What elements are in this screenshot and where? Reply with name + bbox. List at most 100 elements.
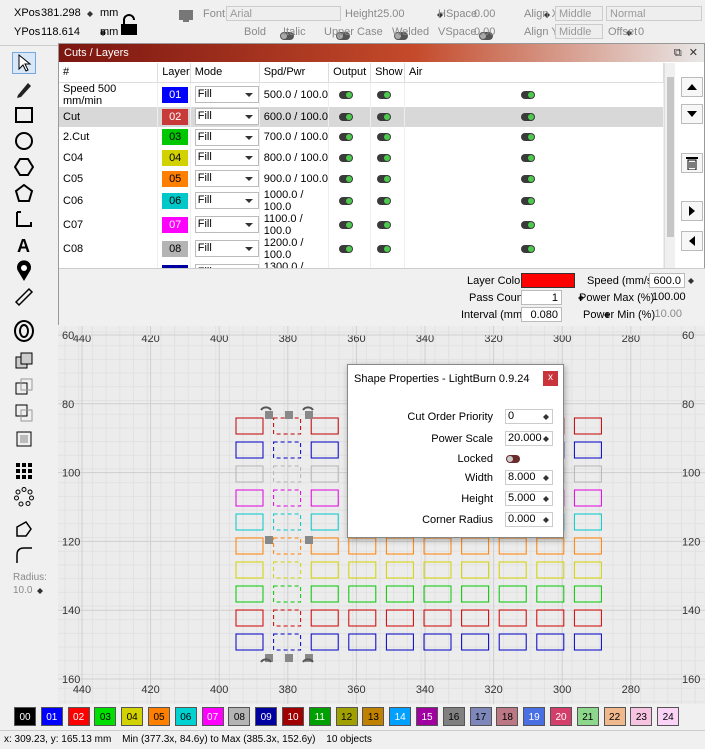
offset-shapes-tool[interactable] xyxy=(12,320,36,342)
alignx-select[interactable]: Middle xyxy=(555,6,603,21)
position-laser-tool[interactable] xyxy=(12,260,36,282)
palette-swatch[interactable]: 05 xyxy=(148,707,170,726)
height-field[interactable]: 25.00 xyxy=(377,7,405,22)
dialog-close-button[interactable]: x xyxy=(543,371,558,386)
aligny-select[interactable]: Middle xyxy=(555,24,603,39)
dialog-field-spinner[interactable] xyxy=(542,471,552,484)
palette-swatch[interactable]: 16 xyxy=(442,707,465,726)
palette-swatch[interactable]: 18 xyxy=(496,707,519,726)
radius-spinner[interactable] xyxy=(36,584,46,597)
shape-rectangle[interactable] xyxy=(385,609,414,627)
dialog-field-spinner[interactable] xyxy=(542,432,552,445)
power-max-field[interactable]: 100.00 xyxy=(649,290,686,305)
palette-swatch[interactable]: 12 xyxy=(335,707,358,726)
shape-rectangle[interactable] xyxy=(235,465,264,483)
expand-right-button[interactable] xyxy=(681,201,703,221)
mode-select[interactable]: Fill xyxy=(194,240,259,258)
shape-rectangle[interactable] xyxy=(235,489,264,507)
font-select[interactable]: Arial xyxy=(226,6,341,21)
output-toggle[interactable] xyxy=(339,154,354,163)
show-toggle[interactable] xyxy=(377,174,392,183)
air-toggle[interactable] xyxy=(521,244,536,253)
palette-swatch[interactable]: 06 xyxy=(174,707,197,726)
show-toggle[interactable] xyxy=(377,133,392,142)
delete-layer-button[interactable] xyxy=(681,153,703,173)
mode-select[interactable]: Fill xyxy=(194,128,259,146)
selection-handle[interactable] xyxy=(285,654,293,662)
shape-rectangle[interactable] xyxy=(573,585,602,603)
lock-icon[interactable] xyxy=(119,14,139,36)
shape-rectangle[interactable] xyxy=(385,585,414,603)
circular-array-tool[interactable] xyxy=(12,486,36,508)
mode-select[interactable]: Fill xyxy=(194,108,259,126)
column-header[interactable]: Mode xyxy=(190,63,260,83)
palette-swatch[interactable]: 10 xyxy=(282,707,304,726)
mode-select[interactable]: Fill xyxy=(194,86,259,103)
palette-swatch[interactable]: 08 xyxy=(228,707,251,726)
column-header[interactable]: Show xyxy=(370,63,406,83)
selected-shape[interactable] xyxy=(273,585,302,603)
dialog-field-input[interactable]: 20.000 xyxy=(505,431,553,446)
layer-row[interactable]: 2.Cut 03 Fill 700.0 / 100.0 xyxy=(59,127,664,148)
style-select[interactable]: Normal xyxy=(606,6,702,21)
radius-value[interactable]: 10.0 xyxy=(13,583,32,598)
shape-rectangle[interactable] xyxy=(423,609,452,627)
speed-field[interactable]: 600.0 xyxy=(649,273,685,288)
power-min-field[interactable]: 10.00 xyxy=(649,307,685,322)
mode-select[interactable]: Fill xyxy=(194,149,259,167)
boolean-union-tool[interactable] xyxy=(12,350,36,372)
layer-row[interactable]: C04 04 Fill 800.0 / 100.0 xyxy=(59,147,664,169)
speed-spinner[interactable] xyxy=(687,274,697,287)
selection-handle[interactable] xyxy=(265,411,273,419)
layer-row[interactable]: Cut 02 Fill 600.0 / 100.0 xyxy=(59,106,664,128)
palette-swatch[interactable]: 19 xyxy=(523,707,546,726)
ypos-field[interactable]: 118.614 xyxy=(38,25,84,40)
dialog-field-spinner[interactable] xyxy=(542,513,552,526)
shape-rectangle[interactable] xyxy=(573,417,602,435)
shape-rectangle[interactable] xyxy=(235,585,264,603)
tab-tool[interactable] xyxy=(12,518,36,540)
dialog-field-input[interactable]: 0 xyxy=(505,409,553,424)
screen-icon[interactable] xyxy=(178,8,194,24)
air-toggle[interactable] xyxy=(521,112,536,121)
palette-swatch[interactable]: 02 xyxy=(67,707,90,726)
layer-row[interactable]: C05 05 Fill 900.0 / 100.0 xyxy=(59,168,664,189)
offset-field[interactable]: 0 xyxy=(638,25,644,40)
shape-rectangle[interactable] xyxy=(536,585,565,603)
palette-swatch[interactable]: 13 xyxy=(362,707,385,726)
close-icon[interactable]: ✕ xyxy=(689,47,698,59)
measure-tool[interactable] xyxy=(12,286,36,308)
pass-count-field[interactable]: 1 xyxy=(521,290,562,305)
shape-rectangle[interactable] xyxy=(573,465,602,483)
palette-swatch[interactable]: 15 xyxy=(416,707,438,726)
layer-number-badge[interactable]: 08 xyxy=(162,240,189,257)
weld-tool[interactable] xyxy=(12,428,36,450)
layer-row[interactable]: Speed 500 mm/min 01 Fill 500.0 / 100.0 xyxy=(59,82,664,107)
selected-shape[interactable] xyxy=(273,513,302,531)
locked-toggle[interactable] xyxy=(506,455,520,463)
selected-shape[interactable] xyxy=(273,609,302,627)
layer-number-badge[interactable]: 03 xyxy=(162,129,189,146)
mode-select[interactable]: Fill xyxy=(194,192,259,210)
selection-handle[interactable] xyxy=(305,536,313,544)
polygon-tool[interactable] xyxy=(12,156,36,178)
air-toggle[interactable] xyxy=(521,90,536,99)
shape-rectangle[interactable] xyxy=(235,609,264,627)
layer-row[interactable]: C07 07 Fill 1100.0 / 100.0 xyxy=(59,212,664,237)
shape-rectangle[interactable] xyxy=(235,417,264,435)
collapse-left-button[interactable] xyxy=(681,231,703,251)
hspace-field[interactable]: 0.00 xyxy=(474,7,495,22)
palette-swatch[interactable]: 23 xyxy=(630,707,653,726)
air-toggle[interactable] xyxy=(521,174,536,183)
layer-number-badge[interactable]: 01 xyxy=(162,86,189,103)
layers-scrollbar[interactable] xyxy=(664,63,675,268)
frame-tool[interactable] xyxy=(12,208,36,230)
shape-rectangle[interactable] xyxy=(461,609,490,627)
air-toggle[interactable] xyxy=(521,154,536,163)
layer-number-badge[interactable]: 05 xyxy=(162,170,189,187)
column-header[interactable]: Spd/Pwr xyxy=(259,63,330,83)
layer-number-badge[interactable]: 04 xyxy=(162,149,189,166)
boolean-intersection-tool[interactable] xyxy=(12,402,36,424)
rotate-handle[interactable] xyxy=(260,406,272,411)
dialog-field-spinner[interactable] xyxy=(542,410,552,423)
